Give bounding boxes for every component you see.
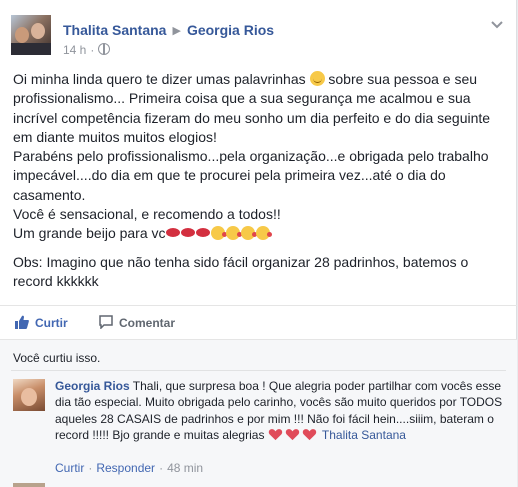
post-paragraph: Oi minha linda quero te dizer umas palav… — [13, 71, 491, 145]
comment-like-link[interactable]: Curtir — [55, 461, 84, 475]
post-header-names: Thalita Santana ▶ Georgia Rios — [63, 22, 274, 38]
kiss-emoji-icon — [210, 226, 227, 241]
post-body: Oi minha linda quero te dizer umas palav… — [13, 70, 508, 291]
meta-separator: · — [90, 43, 95, 57]
comment-tag-link[interactable]: Thalita Santana — [322, 428, 406, 442]
lips-emoji-icon — [195, 228, 210, 238]
kiss-emoji-icon — [255, 226, 272, 241]
comments-section: Você curtiu isso. Georgia Rios Thali, qu… — [0, 339, 517, 487]
recipient-name-link[interactable]: Georgia Rios — [187, 22, 274, 38]
post-paragraph: Você é sensacional, e recomendo a todos!… — [13, 206, 281, 223]
reaction-summary[interactable]: Você curtiu isso. — [13, 351, 100, 365]
post-action-bar: Curtir Comentar — [0, 305, 517, 339]
like-button[interactable]: Curtir — [15, 315, 68, 330]
footer-separator: · — [159, 461, 164, 475]
avatar-clothing — [11, 43, 51, 55]
lips-emoji-icon — [165, 228, 180, 238]
author-name-link[interactable]: Thalita Santana — [63, 22, 166, 38]
post-paragraph: Parabéns pelo profissionalismo...pela or… — [13, 148, 489, 203]
comment-timestamp[interactable]: 48 min — [167, 461, 203, 475]
globe-icon[interactable] — [98, 43, 111, 55]
comment-body: Georgia Rios Thali, que surpresa boa ! Q… — [55, 378, 505, 443]
chevron-down-icon[interactable] — [490, 20, 504, 30]
thumbs-up-icon — [15, 315, 29, 329]
footer-separator: · — [88, 461, 93, 475]
comments-divider — [11, 370, 506, 371]
comment-button[interactable]: Comentar — [99, 315, 175, 330]
heart-emoji-icon — [302, 428, 316, 440]
comment-author-link[interactable]: Georgia Rios — [55, 379, 130, 393]
post-obs: Obs: Imagino que não tenha sido fácil or… — [13, 253, 469, 289]
kiss-emoji-icon — [240, 226, 257, 241]
lips-emoji-icon — [180, 228, 195, 238]
heart-emoji-icon — [268, 428, 282, 440]
next-commenter-avatar[interactable] — [13, 483, 45, 487]
comment-footer: Curtir · Responder · 48 min — [55, 461, 203, 475]
post-timestamp[interactable]: 14 h — [63, 43, 86, 57]
avatar-person-1 — [15, 27, 29, 43]
author-avatar[interactable] — [11, 15, 51, 55]
post-meta: 14 h · — [63, 43, 111, 57]
post-paragraph: Um grande beijo para vc — [13, 224, 508, 243]
post-card: Thalita Santana ▶ Georgia Rios 14 h · Oi mi… — [0, 0, 517, 487]
caret-right-icon: ▶ — [172, 25, 181, 37]
commenter-avatar[interactable] — [13, 379, 45, 411]
comment-reply-link[interactable]: Responder — [96, 461, 155, 475]
comment-bubble-icon — [99, 315, 113, 329]
heart-emoji-icon — [285, 428, 299, 440]
smile-emoji-icon — [309, 71, 325, 86]
avatar-person-2 — [31, 23, 45, 39]
kiss-emoji-icon — [225, 226, 242, 241]
